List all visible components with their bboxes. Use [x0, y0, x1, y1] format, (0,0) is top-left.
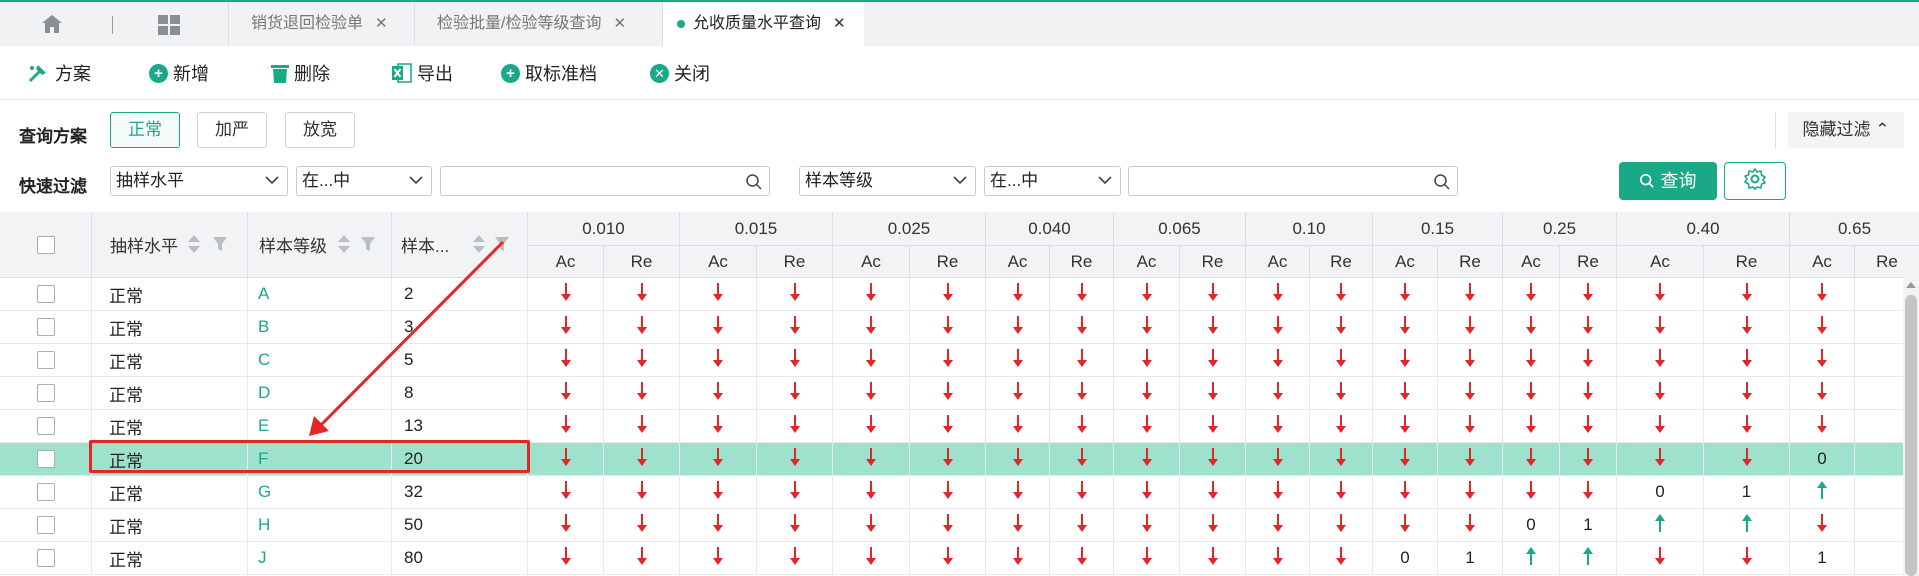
- annotation-arrow: [309, 240, 505, 436]
